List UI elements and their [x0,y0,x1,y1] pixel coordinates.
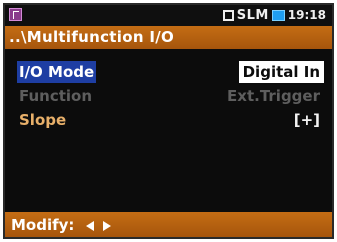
mode-box-icon [222,9,234,21]
menu-item-label: Slope [19,111,67,129]
footer-bar: Modify: [5,212,332,237]
clock: 19:18 [287,8,326,22]
menu-list: I/O Mode Digital In Function Ext.Trigger… [5,61,332,133]
arrow-right-icon[interactable] [102,220,111,231]
status-indicators: SLM 19:18 [222,7,326,23]
status-bar: SLM 19:18 [5,5,332,26]
screen-title: ..\Multifunction I/O [5,26,332,49]
menu-item-value: Ext.Trigger [227,87,320,105]
mode-label: SLM [236,7,269,23]
menu-item-slope[interactable]: Slope [+] [5,109,332,133]
device-screen: SLM 19:18 ..\Multifunction I/O I/O Mode … [3,3,334,239]
menu-item-label: Function [19,87,93,105]
menu-item-value[interactable]: Digital In [238,61,324,83]
menu-item-label: I/O Mode [17,61,97,83]
battery-icon [271,9,285,21]
arrow-left-icon[interactable] [85,220,94,231]
menu-item-value[interactable]: [+] [290,109,324,131]
app-menu-icon[interactable] [9,8,22,21]
screen-title-text: ..\Multifunction I/O [9,28,175,46]
footer-hint: Modify: [11,214,111,236]
menu-item-function: Function Ext.Trigger [5,85,332,109]
footer-label: Modify: [11,216,75,234]
menu-item-io-mode[interactable]: I/O Mode Digital In [5,61,332,85]
